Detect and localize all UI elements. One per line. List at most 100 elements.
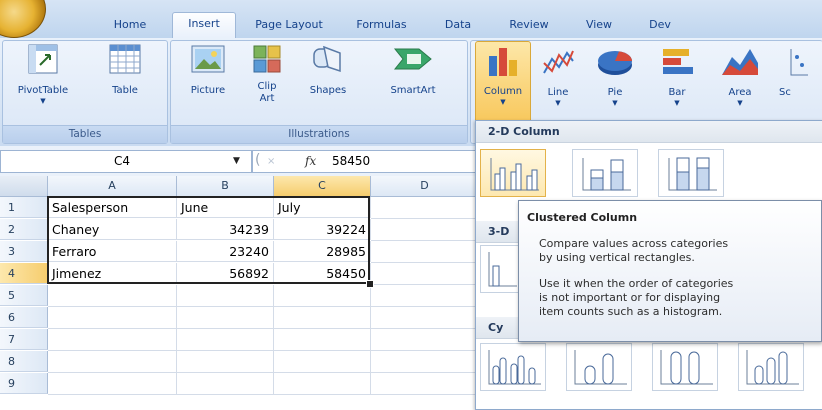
row-header-8[interactable]: 8 — [0, 351, 48, 372]
clip-art-label-line2: Art — [259, 93, 275, 104]
illustrations-group: Picture Clip Art Shapes SmartArt Illustr… — [170, 40, 468, 144]
percent-stacked-cylinder-option[interactable] — [652, 343, 718, 391]
pivottable-icon — [28, 44, 58, 74]
clip-art-label: Clip Art — [243, 81, 291, 105]
fill-handle[interactable] — [366, 280, 374, 288]
percent-stacked-column-option[interactable] — [658, 149, 724, 197]
table-button[interactable]: Table — [89, 43, 161, 121]
row-header-2[interactable]: 2 — [0, 219, 48, 240]
pie-chart-button[interactable]: Pie ▼ — [587, 43, 643, 121]
row-header-7[interactable]: 7 — [0, 329, 48, 350]
picture-label: Picture — [190, 85, 226, 96]
name-box[interactable]: C4 ▼ — [0, 150, 252, 173]
area-chart-icon — [722, 49, 758, 75]
column-chart-button[interactable]: Column ▼ — [475, 41, 531, 123]
column-header-d[interactable]: D — [371, 176, 479, 197]
stacked-column-option[interactable] — [572, 149, 638, 197]
column-header-c[interactable]: C — [274, 176, 371, 197]
clustered-cylinder-icon — [488, 350, 541, 385]
formula-bar: C4 ▼ ( × fx 58450 — [0, 146, 480, 177]
tab-page-layout[interactable]: Page Layout — [243, 14, 335, 36]
line-chart-button[interactable]: Line ▼ — [533, 43, 583, 121]
tooltip-line-1: Compare values across categories — [539, 237, 729, 250]
pivottable-button[interactable]: PivotTable ▼ — [5, 43, 81, 121]
table-label: Table — [112, 85, 138, 96]
clustered-column-option[interactable] — [480, 149, 546, 197]
ribbon-tab-bar: Home Insert Page Layout Formulas Data Re… — [0, 0, 822, 39]
area-dropdown-arrow: ▼ — [737, 99, 743, 107]
stacked-cylinder-option[interactable] — [566, 343, 632, 391]
tooltip-line-4: is not important or for displaying — [539, 291, 721, 304]
smartart-icon — [393, 48, 432, 70]
worksheet-grid: A B C D 1 2 3 4 5 6 7 8 9 Salesperson Ju… — [0, 176, 479, 408]
picture-icon — [191, 45, 225, 73]
row-header-3[interactable]: 3 — [0, 241, 48, 262]
shapes-button[interactable]: Shapes — [293, 43, 363, 121]
bar-chart-icon — [663, 49, 693, 74]
scatter-chart-icon — [790, 49, 808, 76]
stacked-column-icon — [582, 158, 631, 191]
tab-review[interactable]: Review — [498, 14, 560, 36]
range-selection — [47, 196, 370, 284]
empty-cells[interactable] — [48, 285, 478, 395]
column-chart-icon — [489, 48, 517, 76]
3d-cylinder-option[interactable] — [738, 343, 804, 391]
tab-formulas[interactable]: Formulas — [344, 14, 419, 36]
percent-stacked-column-icon — [668, 157, 717, 191]
table-icon — [109, 44, 141, 74]
name-box-value: C4 — [114, 154, 131, 168]
gallery-section-2d-column: 2-D Column — [476, 121, 822, 143]
pivottable-dropdown-arrow: ▼ — [40, 97, 46, 105]
pie-chart-label: Pie — [607, 87, 623, 98]
chart-type-tooltip: Clustered Column Compare values across c… — [518, 200, 822, 342]
3d-clustered-column-option[interactable] — [480, 245, 520, 293]
column-chart-label: Column — [483, 86, 523, 97]
tab-insert[interactable]: Insert — [172, 12, 236, 39]
shapes-icon — [313, 45, 341, 73]
cancel-icon[interactable]: × — [267, 151, 275, 172]
tab-home[interactable]: Home — [95, 14, 165, 36]
tooltip-line-5: item counts such as a histogram. — [539, 305, 723, 318]
area-chart-button[interactable]: Area ▼ — [709, 43, 771, 121]
tooltip-line-2: by using vertical rectangles. — [539, 251, 695, 264]
illustrations-group-label: Illustrations — [171, 125, 467, 143]
picture-button[interactable]: Picture — [175, 43, 241, 121]
pie-chart-icon — [598, 51, 632, 75]
column-header-a[interactable]: A — [48, 176, 177, 197]
clustered-column-icon — [490, 158, 539, 191]
smartart-button[interactable]: SmartArt — [367, 43, 459, 121]
bar-chart-label: Bar — [668, 87, 686, 98]
pivottable-label: PivotTable — [17, 85, 69, 96]
formula-bar-resize-icon[interactable]: ( — [255, 150, 260, 171]
row-header-4[interactable]: 4 — [0, 263, 48, 284]
bar-chart-button[interactable]: Bar ▼ — [649, 43, 705, 121]
tooltip-line-3: Use it when the order of categories — [539, 277, 734, 290]
tooltip-title: Clustered Column — [527, 211, 638, 224]
shapes-label: Shapes — [309, 85, 347, 96]
row-header-1[interactable]: 1 — [0, 197, 48, 218]
tab-view[interactable]: View — [568, 14, 630, 36]
scatter-chart-button[interactable]: Sc — [775, 43, 821, 121]
row-header-6[interactable]: 6 — [0, 307, 48, 328]
formula-value: 58450 — [332, 154, 371, 168]
stacked-cylinder-icon — [574, 350, 627, 385]
formula-input[interactable]: ( × fx 58450 — [252, 150, 480, 173]
clip-art-icon — [253, 45, 281, 73]
line-dropdown-arrow: ▼ — [555, 99, 561, 107]
clustered-cylinder-option[interactable] — [480, 343, 546, 391]
line-chart-label: Line — [547, 87, 569, 98]
row-header-9[interactable]: 9 — [0, 373, 48, 394]
row-header-5[interactable]: 5 — [0, 285, 48, 306]
clip-art-button[interactable]: Clip Art — [243, 43, 291, 121]
area-chart-label: Area — [728, 87, 752, 98]
name-box-dropdown-icon[interactable]: ▼ — [233, 151, 240, 172]
column-header-b[interactable]: B — [177, 176, 274, 197]
select-all-corner[interactable] — [0, 176, 48, 197]
smartart-label: SmartArt — [390, 85, 436, 96]
column-d-cells[interactable] — [371, 197, 478, 285]
tab-data[interactable]: Data — [428, 14, 488, 36]
office-button[interactable] — [0, 0, 46, 38]
tab-developer[interactable]: Dev — [640, 14, 680, 36]
insert-function-icon[interactable]: fx — [305, 151, 316, 172]
pie-dropdown-arrow: ▼ — [612, 99, 618, 107]
